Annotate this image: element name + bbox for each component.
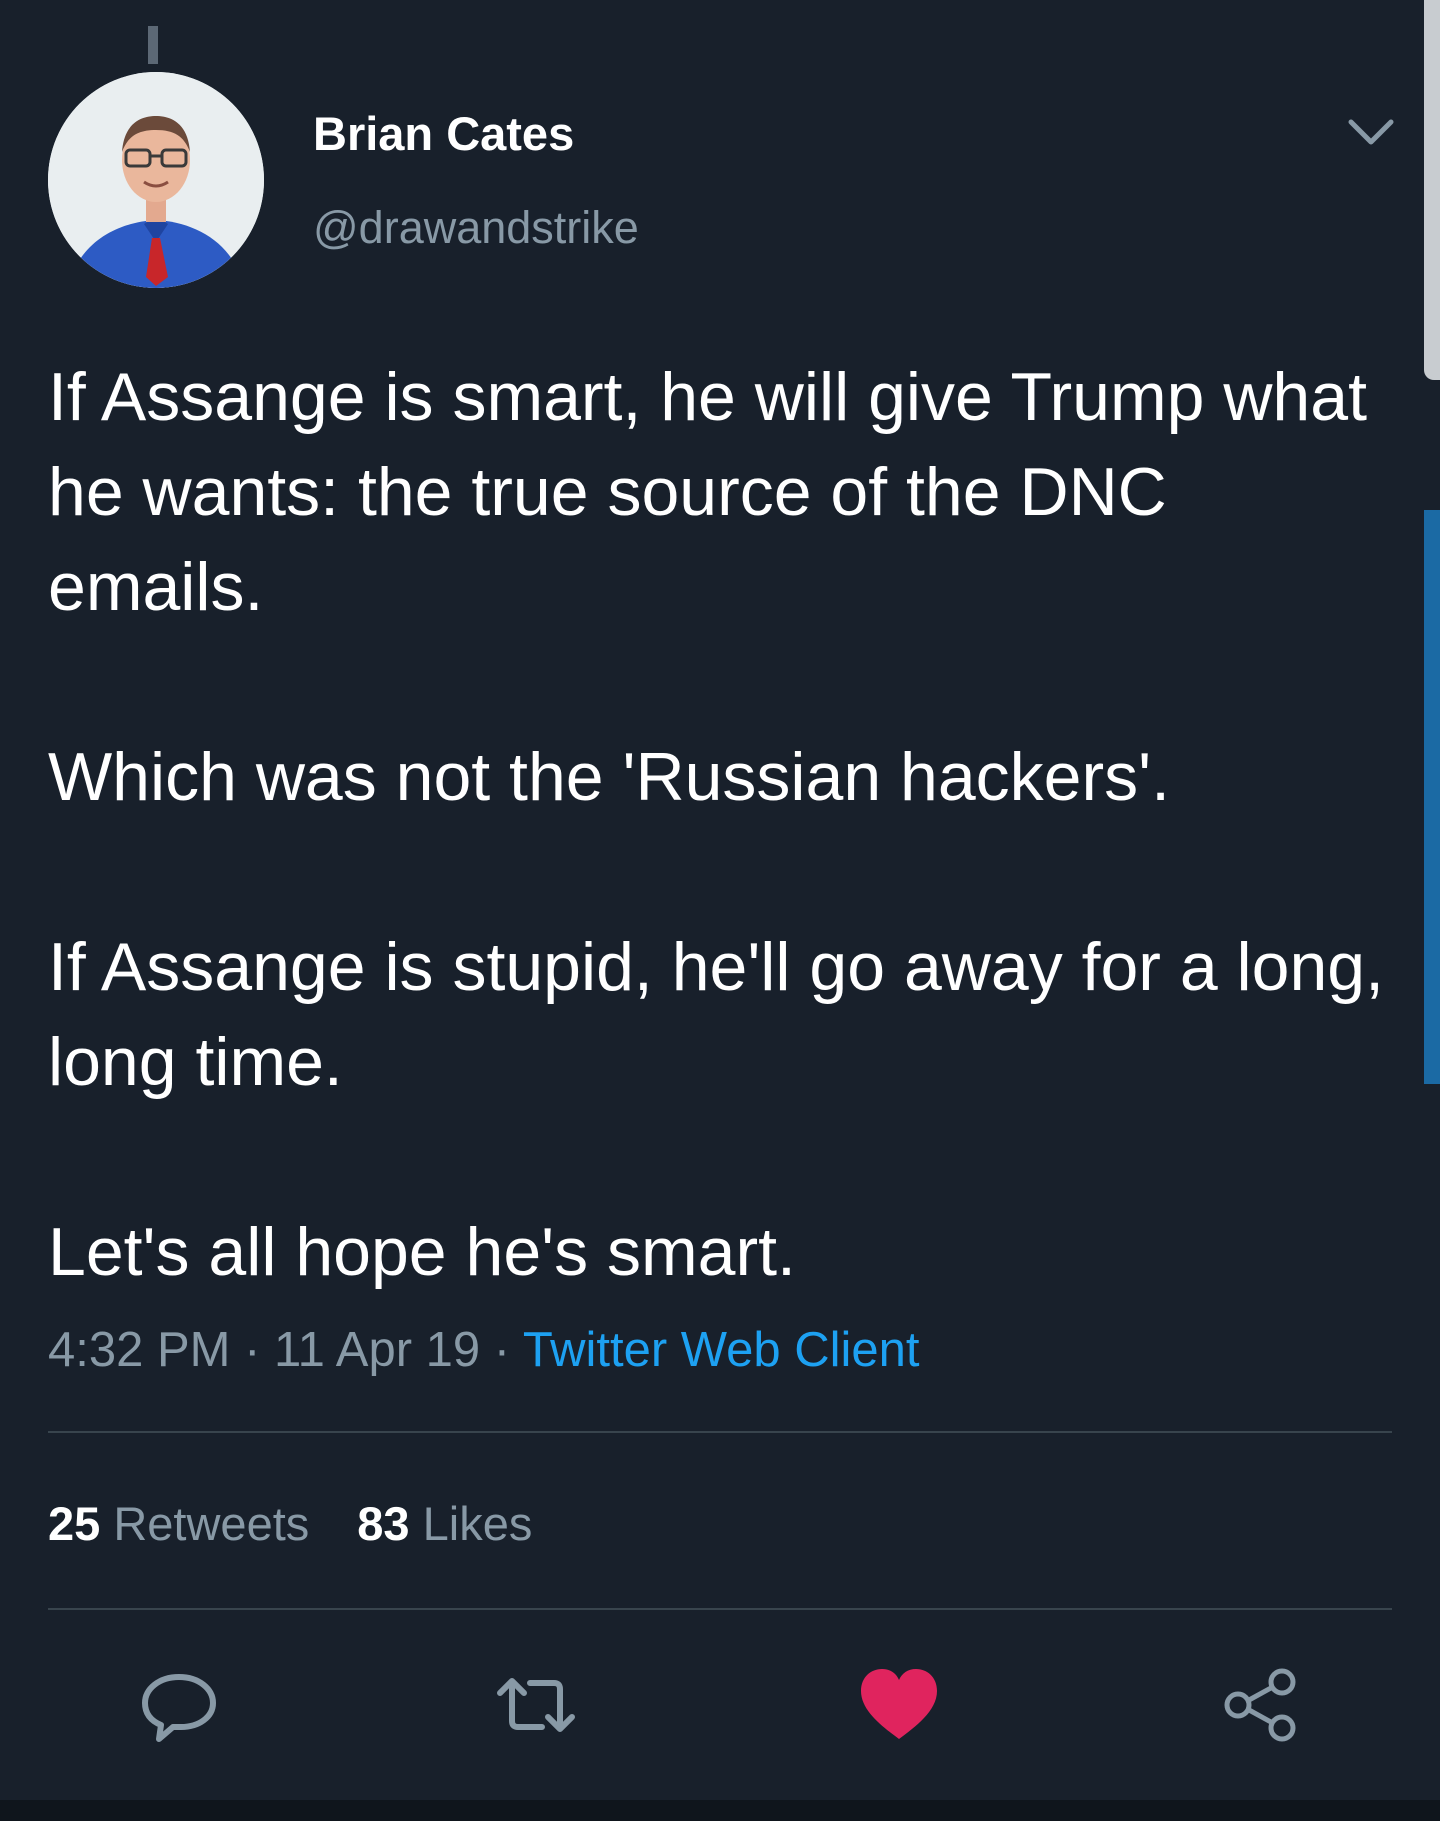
avatar-photo bbox=[48, 72, 264, 288]
tweet-time: 4:32 PM bbox=[48, 1323, 231, 1377]
author-display-name[interactable]: Brian Cates bbox=[313, 106, 574, 161]
bottom-bar bbox=[0, 1800, 1440, 1821]
heart-icon bbox=[861, 1669, 937, 1739]
thread-connector-line bbox=[148, 26, 158, 64]
avatar[interactable] bbox=[48, 72, 264, 288]
tweet-paragraph: If Assange is smart, he will give Trump … bbox=[48, 359, 1367, 625]
retweets-count-link[interactable]: 25 Retweets bbox=[48, 1497, 309, 1550]
chevron-down-icon bbox=[1348, 119, 1394, 145]
author-handle[interactable]: @drawandstrike bbox=[313, 202, 639, 254]
tweet-paragraph: If Assange is stupid, he'll go away for … bbox=[48, 929, 1384, 1100]
tweet-options-caret[interactable] bbox=[1343, 108, 1399, 156]
tweet-text: If Assange is smart, he will give Trump … bbox=[48, 350, 1388, 1300]
tweet-date: 11 Apr 19 bbox=[274, 1323, 481, 1377]
tweet-paragraph: Which was not the 'Russian hackers'. bbox=[48, 739, 1170, 815]
retweets-count: 25 bbox=[48, 1497, 101, 1550]
meta-separator: · bbox=[480, 1323, 523, 1377]
tweet-source-link[interactable]: Twitter Web Client bbox=[523, 1323, 920, 1377]
tweet-metadata: 4:32 PM · 11 Apr 19 · Twitter Web Client bbox=[48, 1322, 920, 1378]
tweet-paragraph: Let's all hope he's smart. bbox=[48, 1214, 796, 1290]
meta-separator: · bbox=[230, 1323, 275, 1377]
reply-button[interactable] bbox=[137, 1665, 221, 1745]
retweet-icon bbox=[497, 1678, 575, 1732]
retweet-button[interactable] bbox=[494, 1665, 578, 1745]
share-button[interactable] bbox=[1218, 1665, 1302, 1745]
likes-count-link[interactable]: 83 Likes bbox=[357, 1497, 532, 1550]
share-icon bbox=[1224, 1668, 1296, 1742]
divider bbox=[48, 1608, 1392, 1610]
scrollbar-thumb[interactable] bbox=[1424, 510, 1440, 1084]
scrollbar-track[interactable] bbox=[1424, 0, 1440, 380]
likes-label: Likes bbox=[422, 1497, 533, 1550]
likes-count: 83 bbox=[357, 1497, 410, 1550]
reply-icon bbox=[142, 1674, 216, 1742]
divider bbox=[48, 1431, 1392, 1433]
engagement-stats: 25 Retweets 83 Likes bbox=[48, 1496, 532, 1551]
like-button[interactable] bbox=[857, 1665, 941, 1745]
retweets-label: Retweets bbox=[113, 1497, 310, 1550]
